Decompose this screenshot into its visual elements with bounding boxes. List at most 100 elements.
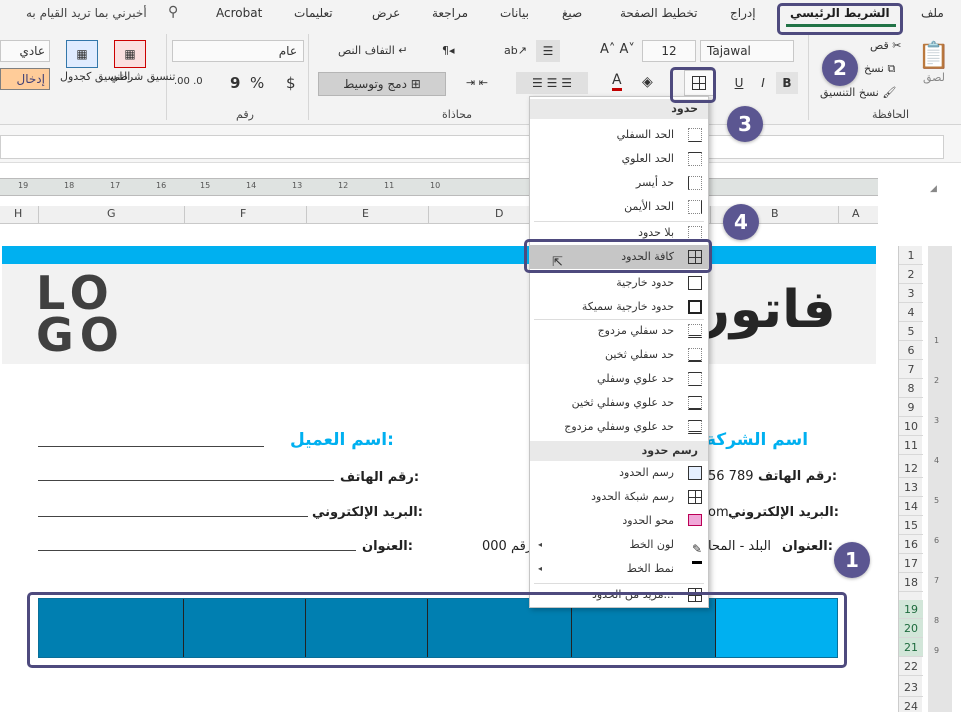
ruler-tick: 3 xyxy=(934,416,940,425)
wrap-text-button[interactable]: التفاف النص ↵ xyxy=(338,44,407,57)
row-header[interactable]: 10 xyxy=(899,417,923,436)
format-table-icon[interactable]: ▦ xyxy=(66,40,98,68)
column-header[interactable]: A xyxy=(852,207,860,220)
menu-item-draw-border-grid[interactable]: رسم شبكة الحدود xyxy=(530,485,708,509)
row-header[interactable]: 21 xyxy=(899,638,923,657)
tab-data[interactable]: بيانات xyxy=(500,6,529,20)
menu-item-bottom-double-border[interactable]: حد سفلي مزدوج xyxy=(530,319,708,343)
bold-button[interactable]: B xyxy=(776,72,798,94)
tab-insert[interactable]: إدراج xyxy=(730,6,756,20)
row-header[interactable]: 7 xyxy=(899,360,923,379)
column-header[interactable]: E xyxy=(362,207,369,220)
row-header[interactable]: 17 xyxy=(899,554,923,573)
style-normal[interactable]: عادي xyxy=(0,40,50,62)
row-header[interactable]: 22 xyxy=(899,657,923,676)
merge-center-button[interactable]: دمج وتوسيط ⊞ xyxy=(318,72,446,96)
menu-item-label: الحد العلوي xyxy=(621,152,674,165)
column-header[interactable]: F xyxy=(240,207,246,220)
format-painter-button[interactable]: نسخ التنسيق 🖌 xyxy=(820,86,896,99)
row-header[interactable]: 3 xyxy=(899,284,923,303)
row-header[interactable]: 18 xyxy=(899,573,923,592)
paste-button[interactable]: 📋 لصق xyxy=(914,36,954,88)
menu-item-label: حد سفلي مزدوج xyxy=(597,324,674,337)
row-header[interactable]: 24 xyxy=(899,697,923,712)
menu-item-thick-bottom-border[interactable]: حد سفلي ثخين xyxy=(530,343,708,367)
orientation-icon[interactable]: ab↗ xyxy=(504,44,527,57)
number-group-label: رقم xyxy=(236,108,254,121)
menu-item-erase-border[interactable]: محو الحدود xyxy=(530,509,708,533)
row-header[interactable]: 16 xyxy=(899,535,923,554)
row-header[interactable]: 20 xyxy=(899,619,923,638)
tab-help[interactable]: تعليمات xyxy=(294,6,333,20)
tab-review[interactable]: مراجعة xyxy=(432,6,468,20)
search-icon[interactable]: ⚲ xyxy=(168,4,178,20)
style-input[interactable]: إدخال xyxy=(0,68,50,90)
menu-item-left-border[interactable]: حد أيسر xyxy=(530,171,708,195)
comma-button[interactable]: 9 xyxy=(230,74,240,92)
menu-item-top-thick-bottom-border[interactable]: حد علوي وسفلي ثخين xyxy=(530,391,708,415)
font-size-select[interactable]: 12 xyxy=(642,40,696,62)
menu-item-draw-border[interactable]: رسم الحدود xyxy=(530,461,708,485)
underline-button[interactable]: U xyxy=(728,72,750,94)
formula-input[interactable] xyxy=(0,135,944,159)
column-header[interactable]: D xyxy=(495,207,503,220)
number-format-select[interactable]: عام xyxy=(172,40,304,62)
currency-button[interactable]: $ xyxy=(286,74,296,92)
row-header[interactable]: 1 xyxy=(899,246,923,265)
row-header[interactable]: 14 xyxy=(899,497,923,516)
row-header[interactable]: 9 xyxy=(899,398,923,417)
row-header[interactable]: 5 xyxy=(899,322,923,341)
row-header[interactable]: 2 xyxy=(899,265,923,284)
rtl-icon[interactable]: ¶◂ xyxy=(442,44,455,57)
menu-item-thick-outside-borders[interactable]: حدود خارجية سميكة xyxy=(530,295,708,319)
menu-item-top-double-bottom-border[interactable]: حد علوي وسفلي مزدوج xyxy=(530,415,708,439)
indent-icon[interactable]: ⇥ ⇤ xyxy=(466,76,488,89)
row-header[interactable]: 23 xyxy=(899,678,923,697)
font-color-icon[interactable]: A xyxy=(612,72,622,91)
tab-formulas[interactable]: صيغ xyxy=(562,6,582,20)
copy-icon: ⧉ xyxy=(887,62,896,75)
column-header[interactable]: B xyxy=(771,207,779,220)
font-grow-shrink-icon[interactable]: A˄ A˅ xyxy=(600,42,635,57)
top-border-icon xyxy=(688,152,702,166)
column-header[interactable]: G xyxy=(107,207,116,220)
menu-item-outside-borders[interactable]: حدود خارجية xyxy=(530,271,708,295)
row-header[interactable]: 8 xyxy=(899,379,923,398)
decimal-buttons[interactable]: .00 .0 xyxy=(174,76,203,87)
horizontal-align-buttons[interactable]: ☰ ☰ ☰ xyxy=(516,72,588,94)
row-header[interactable]: 19 xyxy=(899,600,923,619)
row-header[interactable]: 15 xyxy=(899,516,923,535)
font-name-value: Tajawal xyxy=(707,44,751,58)
tell-me-input[interactable]: أخبرني بما تريد القيام به xyxy=(26,6,147,20)
step-badge-1: 1 xyxy=(834,542,870,578)
align-top-button[interactable]: ☰ xyxy=(536,40,560,62)
tab-file[interactable]: ملف xyxy=(921,6,944,20)
row-header[interactable]: 11 xyxy=(899,436,923,455)
menu-item-top-bottom-border[interactable]: حد علوي وسفلي xyxy=(530,367,708,391)
copy-button[interactable]: نسخ ⧉ xyxy=(864,62,895,76)
row-header[interactable]: 13 xyxy=(899,478,923,497)
format-table-button[interactable]: التنسيق كجدول xyxy=(60,70,130,83)
percent-button[interactable]: % xyxy=(250,74,264,92)
tab-acrobat[interactable]: Acrobat xyxy=(216,6,262,20)
row-header[interactable]: 6 xyxy=(899,341,923,360)
row-header[interactable]: 4 xyxy=(899,303,923,322)
row-header[interactable]: 12 xyxy=(899,459,923,478)
tab-page-layout[interactable]: تخطيط الصفحة xyxy=(620,6,697,20)
menu-item-top-border[interactable]: الحد العلوي xyxy=(530,147,708,171)
align-icon: ☰ xyxy=(542,44,554,58)
menu-item-label: حد علوي وسفلي ثخين xyxy=(571,396,674,409)
font-name-select[interactable]: Tajawal xyxy=(700,40,794,62)
menu-item-right-border[interactable]: الحد الأيمن xyxy=(530,195,708,219)
column-header[interactable]: H xyxy=(14,207,22,220)
cut-button[interactable]: قص ✂ xyxy=(870,39,901,52)
select-all-corner[interactable]: ◢ xyxy=(930,184,937,194)
tab-view[interactable]: عرض xyxy=(372,6,400,20)
fill-color-icon[interactable]: ◈ xyxy=(642,74,653,90)
menu-item-bottom-border[interactable]: الحد السفلي xyxy=(530,123,708,147)
conditional-format-icon[interactable]: ▦ xyxy=(114,40,146,68)
menu-item-line-color[interactable]: ◂ لون الخط ✎ xyxy=(530,533,708,564)
divider xyxy=(838,206,839,224)
italic-button[interactable]: I xyxy=(752,72,774,94)
menu-item-line-style[interactable]: ◂ نمط الخط xyxy=(530,557,708,581)
